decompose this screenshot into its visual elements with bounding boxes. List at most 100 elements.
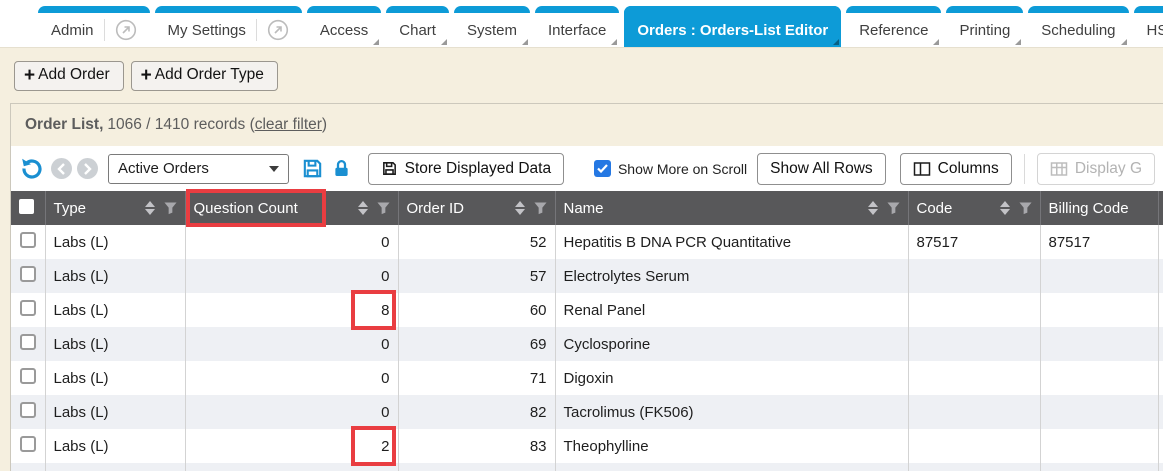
row-select-cell: [11, 361, 45, 395]
refresh-icon[interactable]: [19, 157, 43, 181]
spacer-cell: [1158, 225, 1163, 259]
column-header-order-id[interactable]: Order ID: [398, 191, 555, 225]
view-select-value: Active Orders: [118, 160, 209, 177]
sort-icon[interactable]: [1000, 201, 1010, 215]
sort-icon[interactable]: [145, 201, 155, 215]
column-header-question-count[interactable]: Question Count: [185, 191, 398, 225]
columns-icon: [913, 161, 931, 177]
order-id-cell: 60: [398, 293, 555, 327]
add-order-button[interactable]: + Add Order: [14, 61, 124, 91]
tab-printing[interactable]: Printing: [946, 6, 1023, 47]
tab-system[interactable]: System: [454, 6, 530, 47]
filter-icon[interactable]: [1019, 202, 1032, 215]
records-count-suffix: ): [322, 116, 327, 134]
spacer-cell: [1158, 259, 1163, 293]
row-checkbox[interactable]: [20, 334, 36, 350]
row-checkbox[interactable]: [20, 402, 36, 418]
empty-cell: [398, 463, 555, 471]
row-checkbox[interactable]: [20, 436, 36, 452]
show-more-checkbox[interactable]: [594, 160, 611, 177]
order-table-body: Labs (L)052Hepatitis B DNA PCR Quantitat…: [11, 225, 1163, 471]
open-in-new-window-icon[interactable]: [104, 19, 137, 41]
row-select-cell: [11, 395, 45, 429]
question-count-cell: 0: [185, 225, 398, 259]
plus-icon: +: [24, 66, 35, 85]
column-label: Question Count: [194, 200, 298, 217]
tab-label: Interface: [548, 22, 606, 39]
column-header-name[interactable]: Name: [555, 191, 908, 225]
tab-label: Reference: [859, 22, 928, 39]
add-order-type-button[interactable]: + Add Order Type: [131, 61, 278, 91]
question-count-value: 0: [381, 234, 389, 251]
order-id-cell: 82: [398, 395, 555, 429]
lock-icon[interactable]: [331, 158, 352, 180]
empty-cell: [908, 463, 1040, 471]
column-header-billing-code[interactable]: Billing Code: [1040, 191, 1158, 225]
column-label: Type: [54, 200, 87, 217]
column-header-code[interactable]: Code: [908, 191, 1040, 225]
sort-icon[interactable]: [515, 201, 525, 215]
billing-code-cell: [1040, 293, 1158, 327]
filter-icon[interactable]: [377, 202, 390, 215]
name-cell: Theophylline: [555, 429, 908, 463]
row-checkbox[interactable]: [20, 266, 36, 282]
next-page-icon[interactable]: [77, 158, 98, 179]
row-select-cell: [11, 293, 45, 327]
show-all-rows-label: Show All Rows: [770, 160, 873, 178]
view-select[interactable]: Active Orders: [108, 154, 289, 184]
type-cell: Labs (L): [45, 361, 185, 395]
sort-icon[interactable]: [358, 201, 368, 215]
row-checkbox[interactable]: [20, 368, 36, 384]
columns-button[interactable]: Columns: [900, 153, 1012, 185]
tab-hsp[interactable]: HSP: [1134, 6, 1163, 47]
tab-menu-corner-icon: [373, 39, 379, 45]
spacer-cell: [1158, 395, 1163, 429]
column-label: Code: [917, 200, 953, 217]
tab-top-accent: [307, 6, 381, 13]
code-cell: [908, 429, 1040, 463]
display-groups-label: Display G: [1075, 160, 1142, 178]
column-label: Billing Code: [1049, 200, 1129, 217]
save-view-icon[interactable]: [301, 157, 324, 180]
filter-icon[interactable]: [534, 202, 547, 215]
tab-label: HSP: [1147, 22, 1163, 39]
prev-page-icon[interactable]: [51, 158, 72, 179]
show-all-rows-button[interactable]: Show All Rows: [757, 153, 886, 185]
tab-interface[interactable]: Interface: [535, 6, 619, 47]
tab-chart[interactable]: Chart: [386, 6, 449, 47]
tab-orders-orders-list-editor[interactable]: Orders : Orders-List Editor: [624, 6, 841, 47]
spacer-cell: [1158, 327, 1163, 361]
code-cell: [908, 361, 1040, 395]
filter-icon[interactable]: [164, 202, 177, 215]
clear-filter-link[interactable]: clear filter: [255, 116, 322, 134]
column-header-type[interactable]: Type: [45, 191, 185, 225]
toolbar-separator: [1024, 154, 1025, 184]
row-select-cell: [11, 429, 45, 463]
select-all-checkbox[interactable]: [19, 199, 34, 214]
filter-icon[interactable]: [887, 202, 900, 215]
tab-top-accent: [1028, 6, 1128, 13]
name-cell: Electrolytes Serum: [555, 259, 908, 293]
row-checkbox[interactable]: [20, 232, 36, 248]
sort-icon[interactable]: [868, 201, 878, 215]
tab-scheduling[interactable]: Scheduling: [1028, 6, 1128, 47]
code-cell: 87517: [908, 225, 1040, 259]
tab-menu-corner-icon: [1015, 39, 1021, 45]
type-cell: Labs (L): [45, 259, 185, 293]
name-cell: Tacrolimus (FK506): [555, 395, 908, 429]
tab-access[interactable]: Access: [307, 6, 381, 47]
code-cell: [908, 395, 1040, 429]
grid-icon: [1050, 161, 1068, 177]
tab-my-settings[interactable]: My Settings: [155, 6, 302, 47]
question-count-cell: 0: [185, 395, 398, 429]
tab-reference[interactable]: Reference: [846, 6, 941, 47]
row-select-cell: [11, 327, 45, 361]
plus-icon: +: [141, 66, 152, 85]
code-cell: [908, 259, 1040, 293]
check-icon: [597, 164, 608, 173]
row-checkbox[interactable]: [20, 300, 36, 316]
store-displayed-data-button[interactable]: Store Displayed Data: [368, 153, 564, 185]
spacer-cell: [1158, 293, 1163, 327]
open-in-new-window-icon[interactable]: [256, 19, 289, 41]
tab-admin[interactable]: Admin: [38, 6, 150, 47]
